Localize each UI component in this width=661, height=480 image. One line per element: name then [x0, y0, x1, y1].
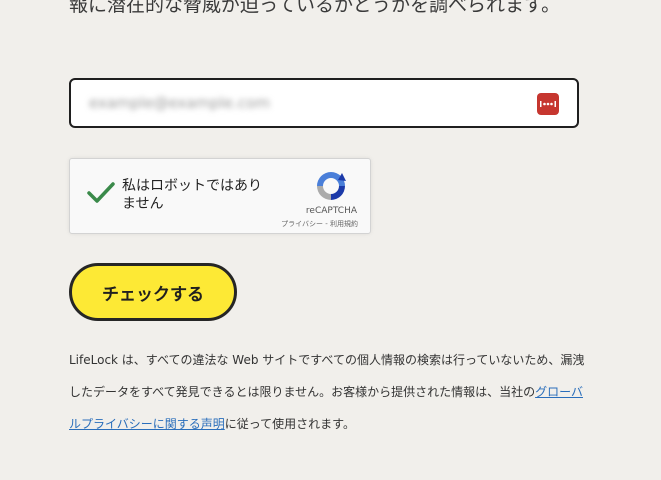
recaptcha-logo-icon — [314, 169, 348, 207]
recaptcha-widget: 私はロボットではありません reCAPTCHA プライバシー - 利用規約 — [69, 158, 371, 234]
recaptcha-links-separator: - — [323, 220, 330, 228]
disclaimer-tail: に従って使用されます。 — [224, 417, 355, 431]
recaptcha-privacy-link[interactable]: プライバシー — [281, 220, 323, 228]
check-button[interactable]: チェックする — [69, 263, 237, 321]
recaptcha-links: プライバシー - 利用規約 — [281, 219, 358, 229]
email-value: example@example.com — [89, 94, 270, 112]
disclaimer-body: LifeLock は、すべての違法な Web サイトですべての個人情報の検索は行… — [69, 353, 585, 399]
recaptcha-terms-link[interactable]: 利用規約 — [330, 220, 358, 228]
recaptcha-checkbox-label: 私はロボットではありません — [122, 178, 262, 212]
checkmark-icon[interactable] — [86, 181, 116, 209]
password-manager-icon[interactable] — [537, 93, 559, 115]
email-input[interactable]: example@example.com — [69, 78, 579, 128]
dots-icon — [540, 101, 556, 107]
intro-text: 報に潜在的な脅威が迫っているかどうかを調べられます。 — [69, 0, 561, 16]
recaptcha-brand: reCAPTCHA — [305, 206, 357, 216]
disclaimer-text: LifeLock は、すべての違法な Web サイトですべての個人情報の検索は行… — [69, 344, 589, 440]
